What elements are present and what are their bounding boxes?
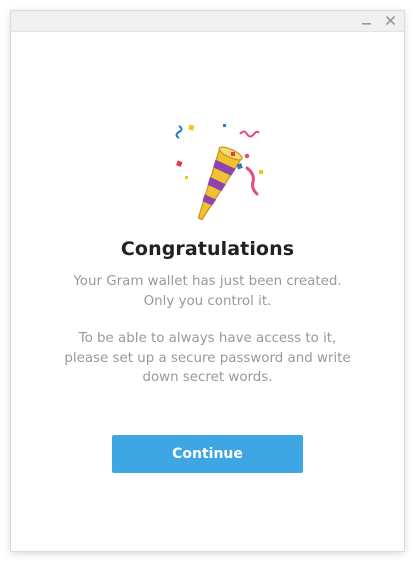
password-instructions: To be able to always have access to it, … [31,329,384,388]
party-popper-illustration [165,112,265,222]
message-line: please set up a secure password and writ… [64,350,351,366]
title-bar [11,11,404,32]
close-icon [385,15,396,26]
minimize-icon [362,23,371,25]
continue-button[interactable]: Continue [112,435,303,473]
close-button[interactable] [379,11,403,31]
minimize-button[interactable] [355,11,379,31]
message-line: To be able to always have access to it, [78,331,337,346]
content-area: Congratulations Your Gram wallet has jus… [11,32,404,551]
page-title: Congratulations [120,238,295,260]
message-line: Your Gram wallet has just been created. [73,274,342,289]
message-line: down secret words. [142,370,273,385]
wallet-created-message: Your Gram wallet has just been created. … [31,272,384,311]
party-popper-icon [175,124,263,221]
message-line: Only you control it. [143,293,272,309]
wallet-window: Congratulations Your Gram wallet has jus… [11,11,404,551]
